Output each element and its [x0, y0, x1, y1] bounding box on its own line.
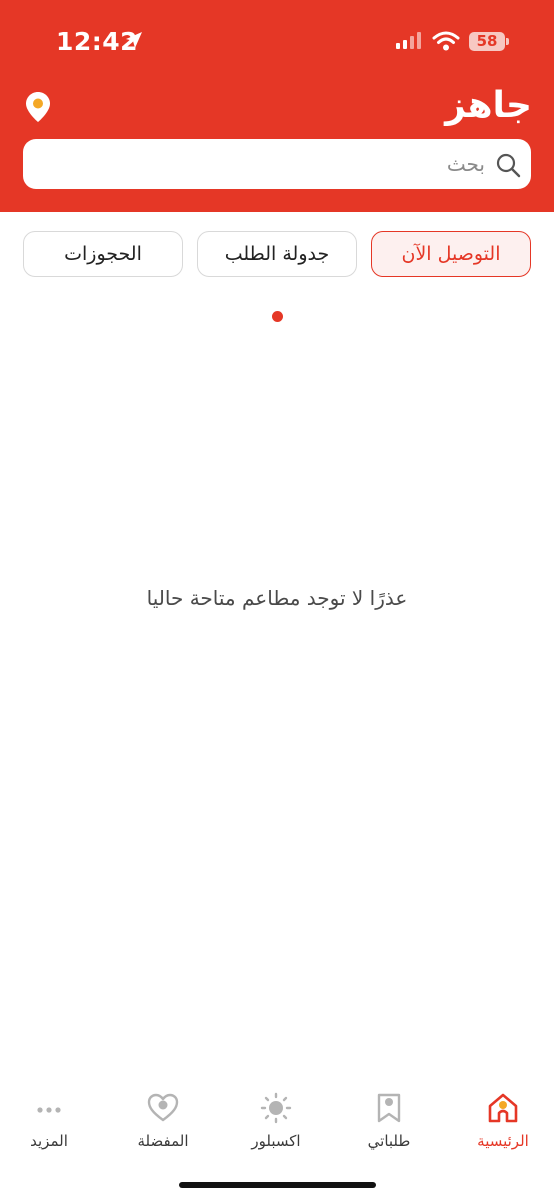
location-pin-icon[interactable] [26, 92, 50, 122]
nav-label-explore: اكسبلور [251, 1132, 301, 1150]
tab-deliver-now[interactable]: التوصيل الآن [371, 231, 531, 277]
bookmark-icon [377, 1093, 401, 1123]
nav-item-orders[interactable]: طلباتي [344, 1092, 434, 1162]
cellular-signal-icon [396, 32, 421, 49]
battery-tip [506, 38, 509, 45]
home-indicator [179, 1182, 376, 1188]
tab-schedule-order[interactable]: جدولة الطلب [197, 231, 357, 277]
nav-item-explore[interactable]: اكسبلور [231, 1092, 321, 1162]
heart-icon [147, 1093, 179, 1122]
search-bar[interactable] [23, 139, 531, 189]
home-icon [488, 1093, 518, 1123]
nav-item-more[interactable]: المزيد [4, 1092, 94, 1162]
loading-dot [272, 311, 283, 322]
nav-label-more: المزيد [30, 1132, 68, 1150]
search-icon [496, 153, 521, 178]
nav-item-home[interactable]: الرئيسية [458, 1092, 548, 1162]
nav-label-home: الرئيسية [477, 1132, 529, 1150]
explore-icon [260, 1092, 292, 1124]
more-icon [37, 1107, 61, 1113]
nav-label-orders: طلباتي [367, 1132, 411, 1150]
location-arrow-icon [126, 32, 142, 48]
nav-label-favorites: المفضلة [137, 1132, 189, 1150]
battery-indicator: 58 [469, 32, 505, 51]
app-logo: جاهز [445, 85, 532, 126]
search-input[interactable] [45, 139, 485, 189]
app-header: 12:42 58 جاهز [0, 0, 554, 212]
empty-state-message: عذرًا لا توجد مطاعم متاحة حاليا [146, 586, 408, 610]
wifi-icon [432, 31, 460, 51]
tab-reservations[interactable]: الحجوزات [23, 231, 183, 277]
nav-item-favorites[interactable]: المفضلة [118, 1092, 208, 1162]
